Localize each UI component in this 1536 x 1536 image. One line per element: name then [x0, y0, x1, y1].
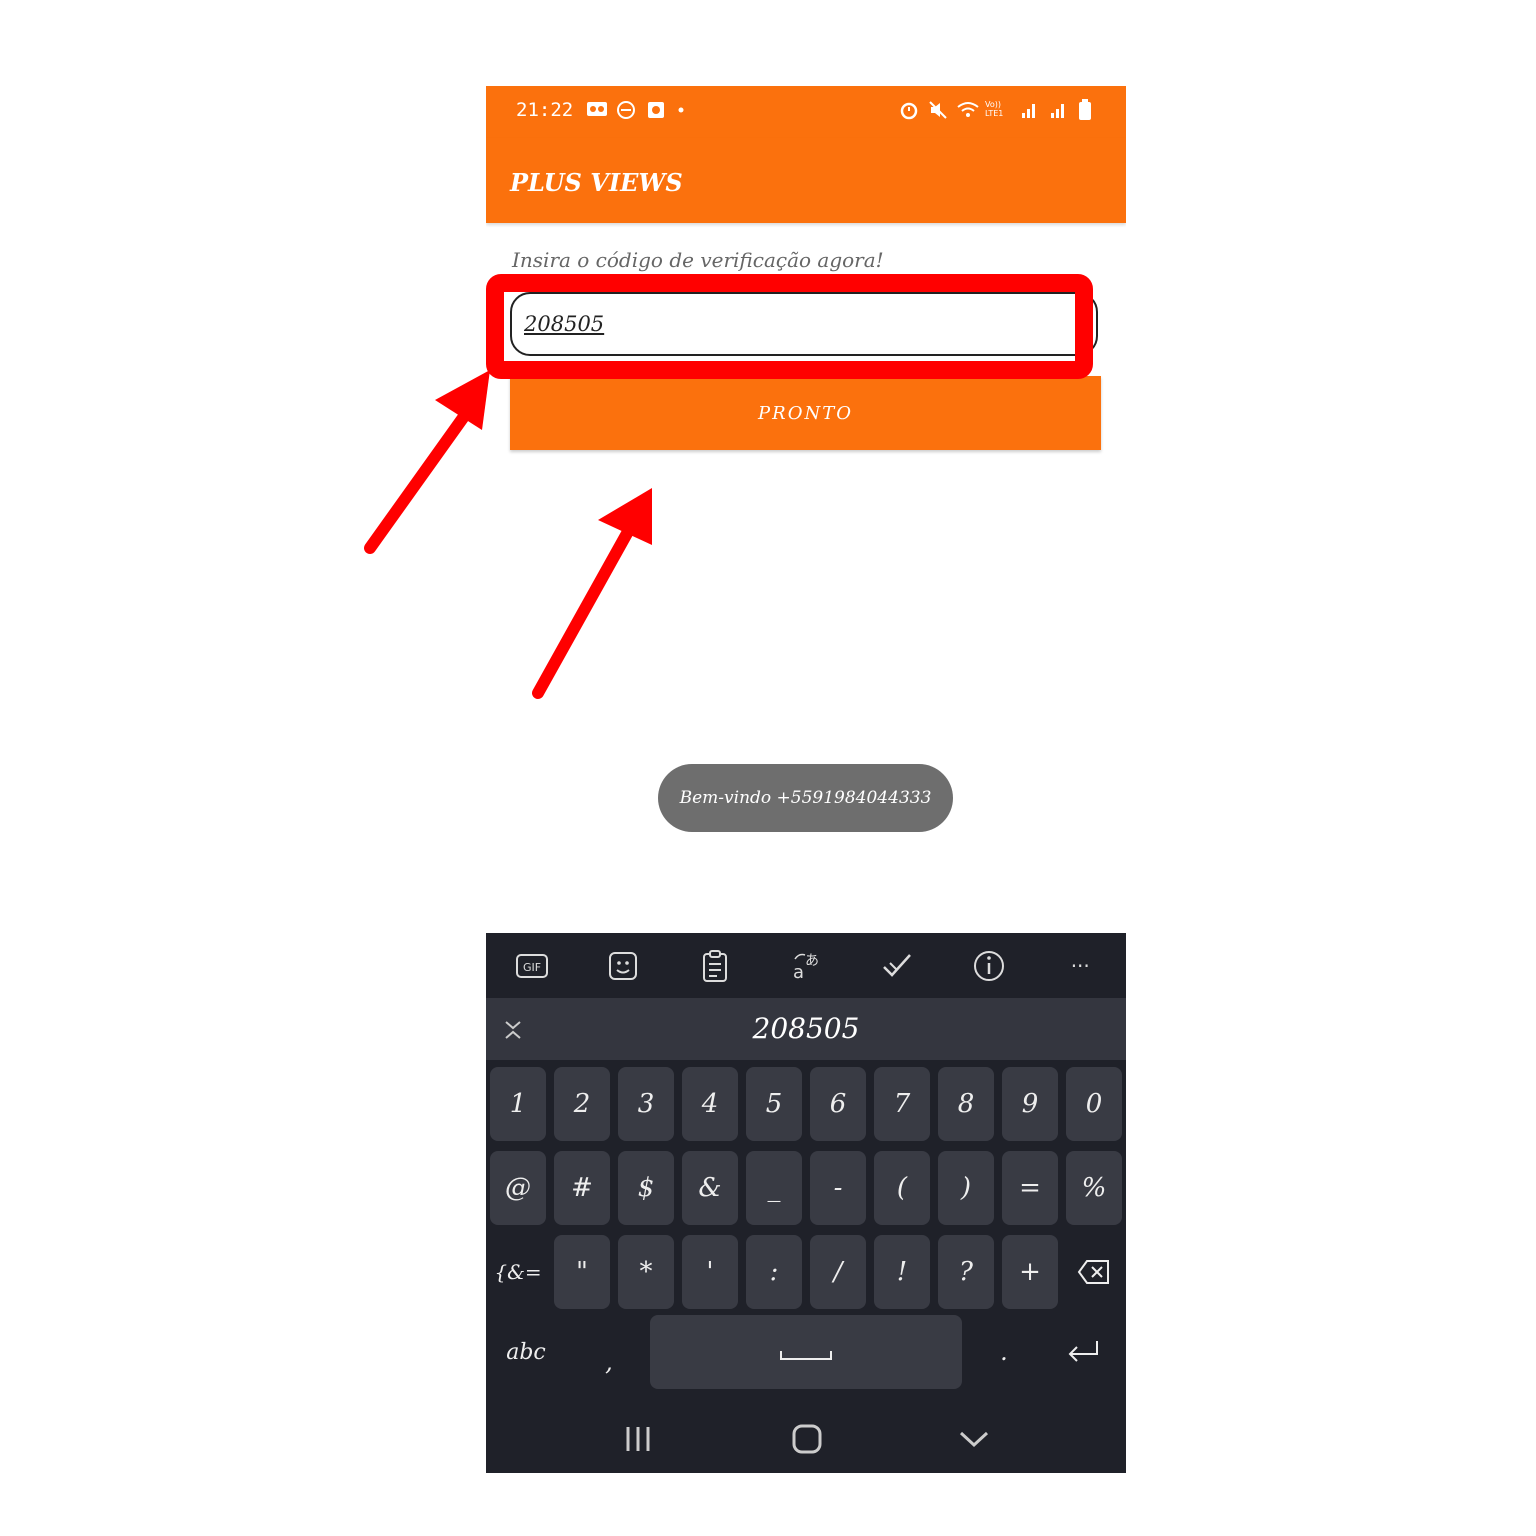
symbol-key-0[interactable]: @ — [490, 1151, 546, 1225]
alarm-icon — [898, 99, 918, 120]
space-icon — [780, 1351, 832, 1360]
symbol-key-1[interactable]: # — [554, 1151, 610, 1225]
punct-key-6[interactable]: ? — [938, 1235, 994, 1309]
keyboard-toolbar: GIF aあ ··· — [486, 933, 1126, 998]
verification-prompt: Insira o código de verificação agora! — [512, 248, 884, 272]
backspace-icon — [1077, 1260, 1109, 1284]
punct-key-3[interactable]: : — [746, 1235, 802, 1309]
back-chevron-icon[interactable] — [956, 1421, 996, 1457]
voicemail-icon — [586, 100, 607, 120]
punct-key-4[interactable]: / — [810, 1235, 866, 1309]
wifi-icon — [956, 99, 979, 119]
space-key[interactable] — [650, 1315, 962, 1389]
gif-icon[interactable]: GIF — [512, 946, 552, 986]
punct-key-1[interactable]: * — [618, 1235, 674, 1309]
digit-key-0[interactable]: 1 — [490, 1067, 546, 1141]
digit-key-4[interactable]: 5 — [746, 1067, 802, 1141]
digit-key-5[interactable]: 6 — [810, 1067, 866, 1141]
signal-icon-2 — [1049, 99, 1069, 119]
verification-code-input[interactable]: 208505 — [510, 292, 1098, 356]
info-icon[interactable] — [969, 946, 1009, 986]
signal-icon — [1020, 99, 1040, 119]
home-icon[interactable] — [789, 1421, 829, 1457]
suggestion-bar: 208505 — [486, 998, 1126, 1060]
symbol-key-8[interactable]: = — [1002, 1151, 1058, 1225]
dot-icon — [676, 100, 696, 120]
recent-apps-icon[interactable] — [622, 1421, 662, 1457]
done-button[interactable]: PRONTO — [510, 376, 1101, 450]
comma-key[interactable]: , — [581, 1325, 637, 1399]
digit-key-3[interactable]: 4 — [682, 1067, 738, 1141]
suggestion-word[interactable]: 208505 — [486, 1012, 1126, 1045]
symbol-key-4[interactable]: _ — [746, 1151, 802, 1225]
enter-icon — [1068, 1341, 1098, 1362]
symbol-key-2[interactable]: $ — [618, 1151, 674, 1225]
punct-key-7[interactable]: + — [1002, 1235, 1058, 1309]
translate-icon[interactable]: aあ — [786, 946, 826, 986]
digit-key-7[interactable]: 8 — [938, 1067, 994, 1141]
punct-key-0[interactable]: " — [554, 1235, 610, 1309]
digit-key-6[interactable]: 7 — [874, 1067, 930, 1141]
battery-icon — [1078, 99, 1098, 120]
symbols-toggle-key[interactable]: {&= — [490, 1235, 546, 1309]
svg-text:あ: あ — [805, 953, 819, 969]
symbol-key-6[interactable]: ( — [874, 1151, 930, 1225]
spellcheck-icon[interactable] — [877, 946, 917, 986]
app-bar: PLUS VIEWS — [486, 138, 1126, 223]
digit-key-8[interactable]: 9 — [1002, 1067, 1058, 1141]
network-label: Vo)) LTE1 — [985, 100, 1004, 118]
digit-key-2[interactable]: 3 — [618, 1067, 674, 1141]
welcome-toast: Bem-vindo +5591984044333 — [658, 764, 953, 832]
keyboard: GIF aあ ··· 208505 1 2 3 4 5 6 7 8 9 0 @ # $ & _ -() =% " *… — [486, 933, 1126, 1473]
period-key[interactable]: . — [976, 1315, 1032, 1389]
abc-key[interactable]: abc — [496, 1315, 556, 1389]
symbol-key-9[interactable]: % — [1066, 1151, 1122, 1225]
backspace-key[interactable] — [1066, 1235, 1122, 1309]
more-icon[interactable]: ··· — [1060, 946, 1100, 986]
screenshot-icon — [646, 100, 666, 120]
punct-key-2[interactable]: ' — [682, 1235, 738, 1309]
dnd-icon — [616, 100, 636, 120]
digit-key-1[interactable]: 2 — [554, 1067, 610, 1141]
symbol-key-5[interactable]: - — [810, 1151, 866, 1225]
app-title: PLUS VIEWS — [510, 168, 683, 197]
navigation-bar — [486, 1407, 1126, 1473]
clipboard-icon[interactable] — [695, 946, 735, 986]
verification-code-value: 208505 — [524, 312, 605, 336]
status-time: 21:22 — [516, 99, 574, 121]
arrow-left — [364, 370, 490, 554]
svg-text:GIF: GIF — [523, 961, 541, 974]
symbol-key-3[interactable]: & — [682, 1151, 738, 1225]
symbol-key-7[interactable]: ) — [938, 1151, 994, 1225]
punct-key-5[interactable]: ! — [874, 1235, 930, 1309]
phone-screen: 21:22 Vo)) LTE1 PLUS VIEWS Insira o códi… — [486, 86, 1126, 1473]
sticker-icon[interactable] — [603, 946, 643, 986]
mute-icon — [927, 99, 947, 119]
svg-text:a: a — [793, 962, 804, 983]
enter-key[interactable] — [1056, 1315, 1112, 1389]
status-bar: 21:22 Vo)) LTE1 — [486, 86, 1126, 138]
digit-key-9[interactable]: 0 — [1066, 1067, 1122, 1141]
